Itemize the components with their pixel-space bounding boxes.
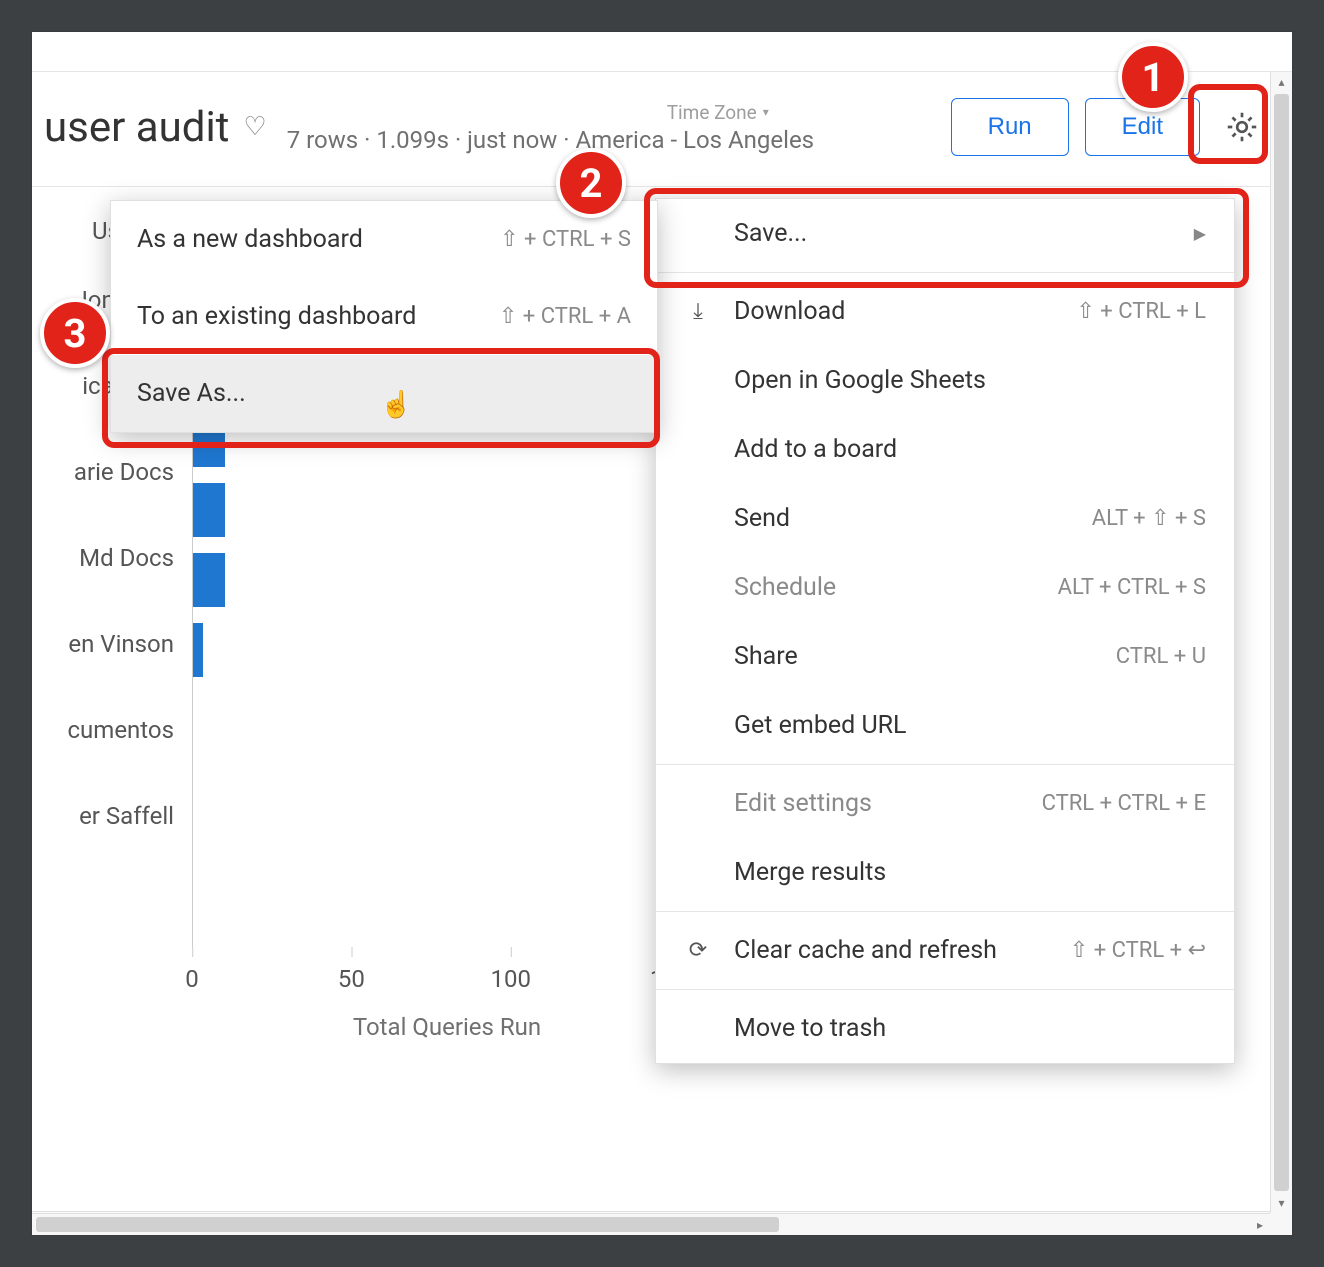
x-tick-label: 50 [338,965,365,993]
download-icon: ⤓ [684,299,712,324]
submenu-item-save-as[interactable]: Save As... [111,355,657,432]
menu-item-label: Add to a board [734,435,1206,464]
chart-bar[interactable] [193,623,203,677]
y-tick-label: Md Docs [32,515,182,601]
timezone-dropdown[interactable]: Time Zone ▾ [667,101,769,124]
meta-block: Time Zone ▾ 7 rows · 1.099s · just now ·… [287,101,935,154]
menu-item-label: Save... [734,219,1172,248]
scroll-down-icon[interactable]: ▾ [1271,1193,1292,1213]
save-submenu: As a new dashboard ⇧ + CTRL + S To an exis… [110,200,658,433]
menu-item-label: Open in Google Sheets [734,366,1206,395]
submenu-shortcut: ⇧ + CTRL + S [500,227,631,252]
menu-item-download[interactable]: ⤓ Download ⇧ + CTRL + L [656,277,1234,346]
y-tick-label: arie Docs [32,429,182,515]
chart-bar[interactable] [193,553,225,607]
menu-shortcut: ALT + CTRL + S [1058,575,1206,600]
submenu-caret-icon: ▶ [1194,224,1206,243]
menu-shortcut: ⇧ + CTRL + L [1076,299,1206,324]
menu-item-label: Get embed URL [734,711,1206,740]
menu-item-label: Edit settings [734,789,1020,818]
menu-item-label: Download [734,297,1054,326]
query-meta: 7 rows · 1.099s · just now · America - L… [287,126,814,154]
scroll-up-icon[interactable]: ▴ [1271,72,1292,92]
menu-item-add-to-a-board[interactable]: Add to a board [656,415,1234,484]
chart-bar[interactable] [193,483,225,537]
menu-shortcut: ⇧ + CTRL + ↩ [1070,938,1206,963]
h-scrollbar-thumb[interactable] [36,1217,779,1232]
y-tick-label: en Vinson [32,601,182,687]
page-title-group: user audit ♡ [44,103,267,152]
menu-item-open-in-google-sheets[interactable]: Open in Google Sheets [656,346,1234,415]
menu-separator [656,911,1234,912]
menu-separator [656,764,1234,765]
x-tick-label: 0 [185,965,199,993]
vertical-scrollbar[interactable]: ▴ ▾ [1270,72,1292,1213]
edit-button[interactable]: Edit [1085,98,1200,156]
scroll-right-icon[interactable]: ▸ [1250,1214,1270,1235]
chevron-down-icon: ▾ [763,105,769,119]
submenu-item-to-an-existing-dashboard[interactable]: To an existing dashboard ⇧ + CTRL + A [111,278,657,355]
menu-item-save[interactable]: Save... ▶ [656,199,1234,268]
menu-item-label: Send [734,504,1070,533]
scrollbar-corner [1270,1213,1292,1235]
submenu-item-label: To an existing dashboard [137,302,477,331]
x-tick-label: 100 [491,965,531,993]
menu-item-edit-settings: Edit settings CTRL + CTRL + E [656,769,1234,838]
y-tick-label: cumentos [32,687,182,773]
submenu-shortcut: ⇧ + CTRL + A [499,304,631,329]
run-button[interactable]: Run [951,98,1069,156]
settings-menu: Save... ▶ ⤓ Download ⇧ + CTRL + L Open in Goo… [655,198,1235,1064]
menu-item-label: Move to trash [734,1014,1206,1043]
favorite-heart-icon[interactable]: ♡ [243,112,266,142]
menu-item-label: Share [734,642,1094,671]
top-border [32,32,1292,72]
gear-icon [1224,109,1260,145]
menu-separator [656,989,1234,990]
menu-item-share[interactable]: Share CTRL + U [656,622,1234,691]
x-axis-label: Total Queries Run [192,1013,702,1041]
horizontal-scrollbar[interactable]: ▸ [32,1213,1270,1235]
submenu-item-label: As a new dashboard [137,225,478,254]
menu-shortcut: ALT + ⇧ + S [1092,506,1206,531]
submenu-item-as-a-new-dashboard[interactable]: As a new dashboard ⇧ + CTRL + S [111,201,657,278]
x-axis: 050100150 [192,965,702,1005]
settings-gear-button[interactable] [1216,101,1268,153]
page-header: user audit ♡ Time Zone ▾ 7 rows · 1.099s… [32,72,1292,187]
menu-item-label: Clear cache and refresh [734,936,1048,965]
timezone-label: Time Zone [667,101,757,124]
menu-item-send[interactable]: Send ALT + ⇧ + S [656,484,1234,553]
menu-item-merge-results[interactable]: Merge results [656,838,1234,907]
menu-separator [656,272,1234,273]
refresh-icon: ⟳ [684,938,712,963]
page-title: user audit [44,103,229,152]
menu-item-schedule: Schedule ALT + CTRL + S [656,553,1234,622]
v-scrollbar-thumb[interactable] [1274,94,1289,1191]
menu-shortcut: CTRL + U [1116,644,1206,669]
menu-item-label: Schedule [734,573,1036,602]
y-tick-label: er Saffell [32,773,182,859]
menu-item-get-embed-url[interactable]: Get embed URL [656,691,1234,760]
menu-item-move-to-trash[interactable]: Move to trash [656,994,1234,1063]
menu-shortcut: CTRL + CTRL + E [1042,791,1206,816]
menu-item-label: Merge results [734,858,1206,887]
menu-item-clear-cache-and-refresh[interactable]: ⟳ Clear cache and refresh ⇧ + CTRL + ↩ [656,916,1234,985]
submenu-item-label: Save As... [137,379,631,408]
